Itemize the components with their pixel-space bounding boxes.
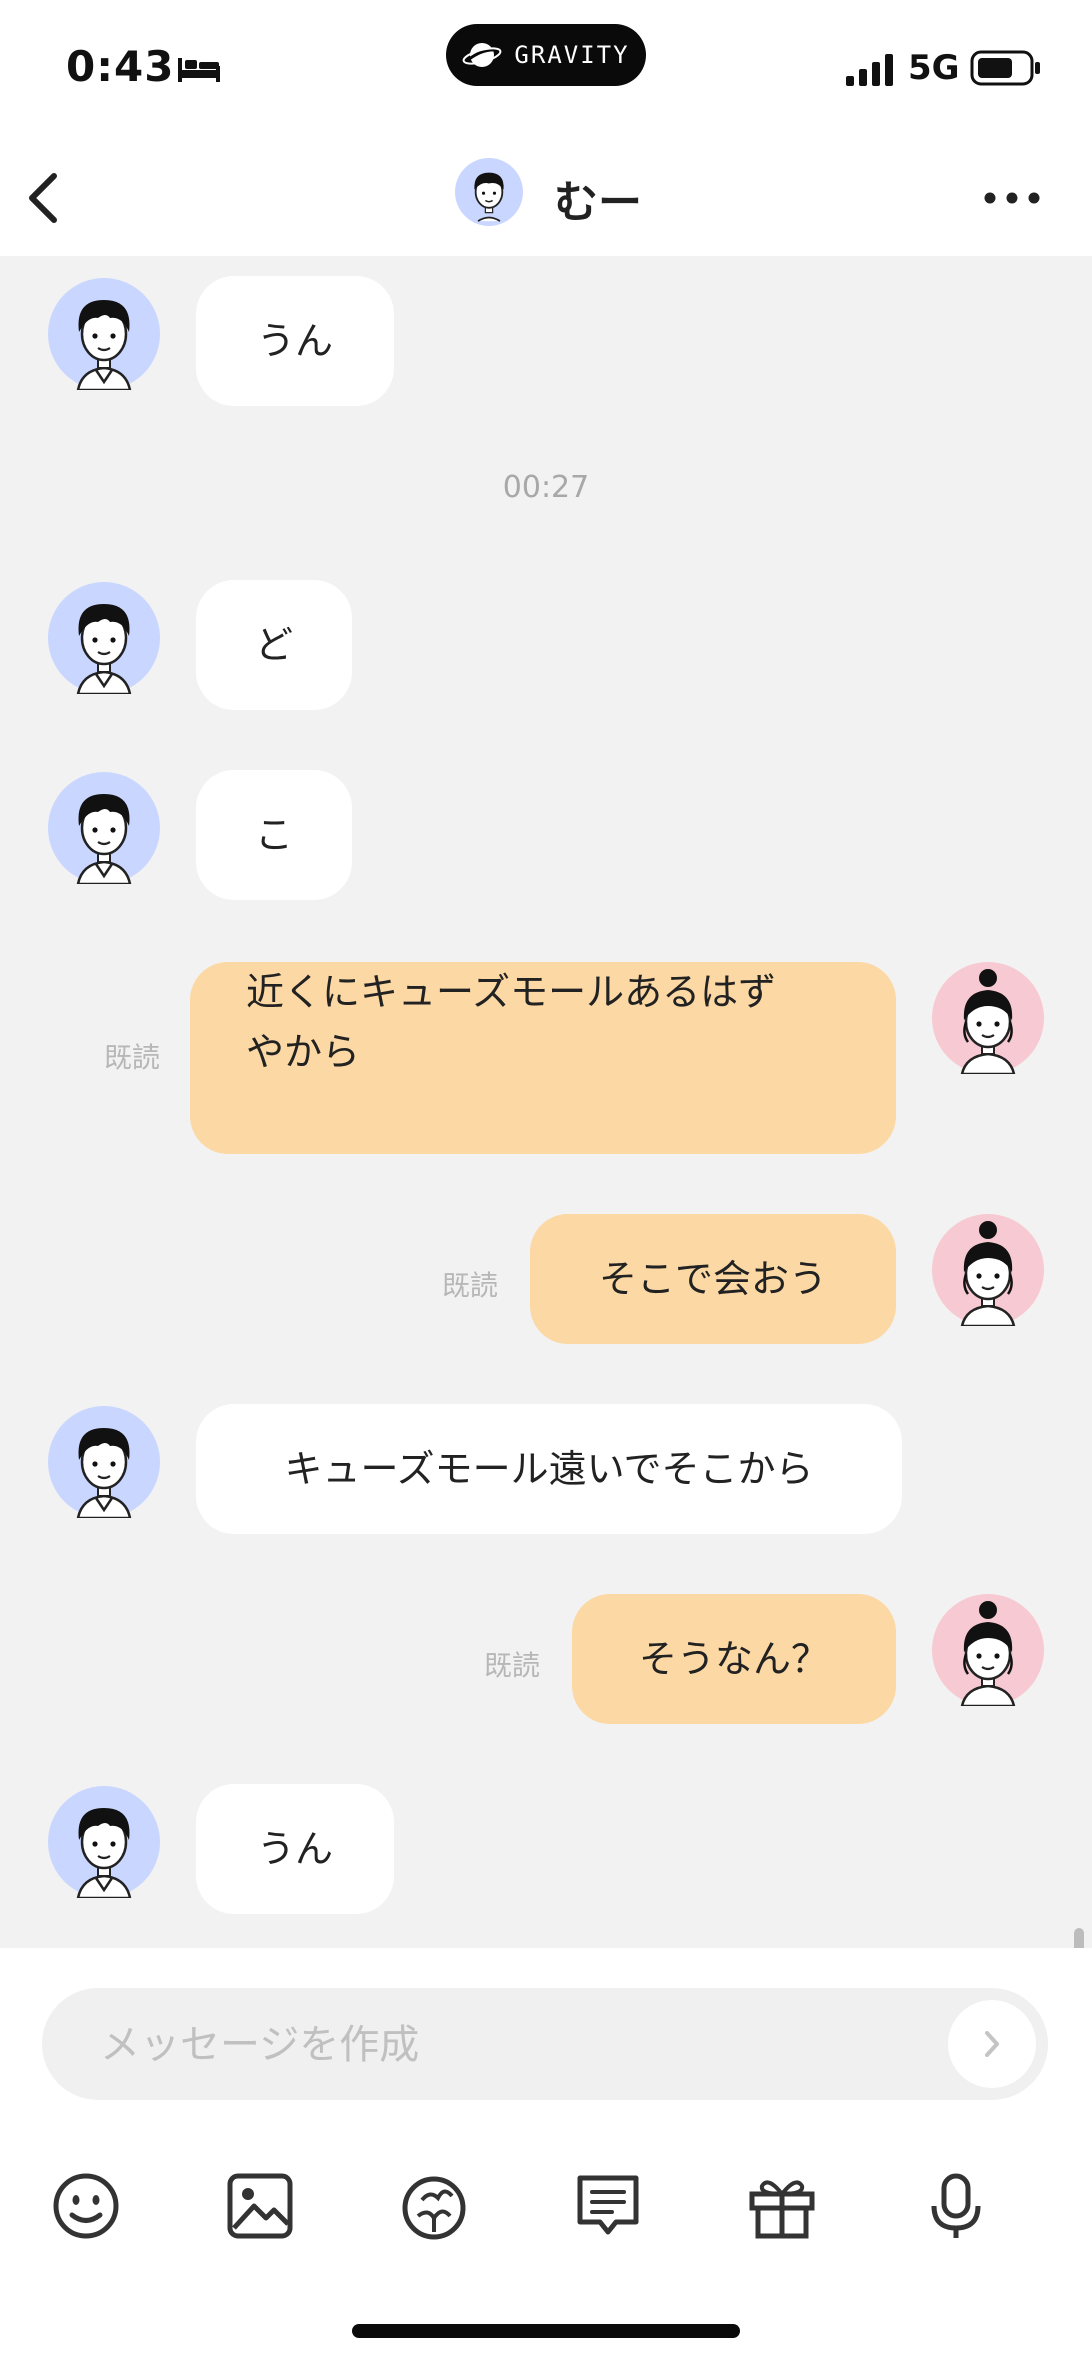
message-row: うん: [0, 256, 1092, 406]
message-input-container[interactable]: [42, 1988, 1048, 2100]
message-row: キューズモール遠いでそこから: [0, 1404, 1092, 1544]
back-arrow-icon[interactable]: [18, 166, 74, 230]
message-list[interactable]: うん 00:27 ど こ 既読 近くにキューズモールあるはず やから 既読 そこ…: [0, 256, 1092, 1948]
message-bubble[interactable]: こ: [196, 770, 352, 900]
message-row: 既読 そうなん？: [0, 1594, 1092, 1734]
contact-avatar[interactable]: [48, 582, 160, 694]
contact-avatar[interactable]: [48, 772, 160, 884]
sticker-icon[interactable]: [398, 2170, 470, 2242]
chevron-right-icon: [985, 2031, 999, 2057]
emoji-icon[interactable]: [50, 2170, 122, 2242]
my-avatar[interactable]: [932, 1214, 1044, 1326]
contact-avatar[interactable]: [48, 1786, 160, 1898]
chat-header: むー: [0, 140, 1092, 256]
message-bubble[interactable]: うん: [196, 1784, 394, 1914]
message-row: 既読 そこで会おう: [0, 1214, 1092, 1354]
quick-reply-icon[interactable]: [572, 2170, 644, 2242]
message-bubble[interactable]: そうなん？: [572, 1594, 896, 1724]
message-text-line: やから: [246, 1030, 361, 1074]
message-bubble[interactable]: 近くにキューズモールあるはず やから: [190, 962, 896, 1154]
battery-icon: [970, 50, 1040, 86]
gift-icon[interactable]: [746, 2170, 818, 2242]
status-bar: 0:43 GRAVITY 5G: [0, 0, 1092, 140]
message-row: 既読 近くにキューズモールあるはず やから: [0, 956, 1092, 1156]
contact-avatar[interactable]: [455, 158, 523, 226]
time-divider: 00:27: [502, 470, 590, 505]
message-bubble[interactable]: そこで会おう: [530, 1214, 896, 1344]
read-receipt: 既読: [104, 1041, 161, 1074]
message-row: こ: [0, 766, 1092, 906]
send-button[interactable]: [948, 2000, 1036, 2088]
my-avatar[interactable]: [932, 1594, 1044, 1706]
sleep-focus-icon: [178, 58, 220, 82]
more-options-icon[interactable]: [980, 178, 1044, 218]
image-icon[interactable]: [224, 2170, 296, 2242]
status-time: 0:43: [66, 42, 175, 91]
message-bubble[interactable]: うん: [196, 276, 394, 406]
message-row: うん: [0, 1784, 1092, 1924]
microphone-icon[interactable]: [920, 2170, 992, 2242]
composer: [0, 1948, 1092, 2364]
pill-label: GRAVITY: [514, 41, 630, 69]
scrollbar[interactable]: [1074, 1928, 1084, 1948]
contact-name[interactable]: むー: [554, 166, 642, 230]
network-type: 5G: [908, 48, 960, 88]
message-row: ど: [0, 576, 1092, 716]
message-bubble[interactable]: キューズモール遠いでそこから: [196, 1404, 902, 1534]
my-avatar[interactable]: [932, 962, 1044, 1074]
message-bubble[interactable]: ど: [196, 580, 352, 710]
contact-avatar[interactable]: [48, 1406, 160, 1518]
message-input[interactable]: [98, 2014, 902, 2076]
home-indicator[interactable]: [352, 2324, 740, 2338]
signal-icon: [846, 54, 893, 86]
message-text-line: 近くにキューズモールあるはず: [246, 970, 777, 1014]
planet-icon: [463, 43, 502, 67]
dynamic-island: GRAVITY: [446, 24, 646, 86]
read-receipt: 既読: [442, 1269, 499, 1302]
read-receipt: 既読: [484, 1649, 541, 1682]
contact-avatar[interactable]: [48, 278, 160, 390]
